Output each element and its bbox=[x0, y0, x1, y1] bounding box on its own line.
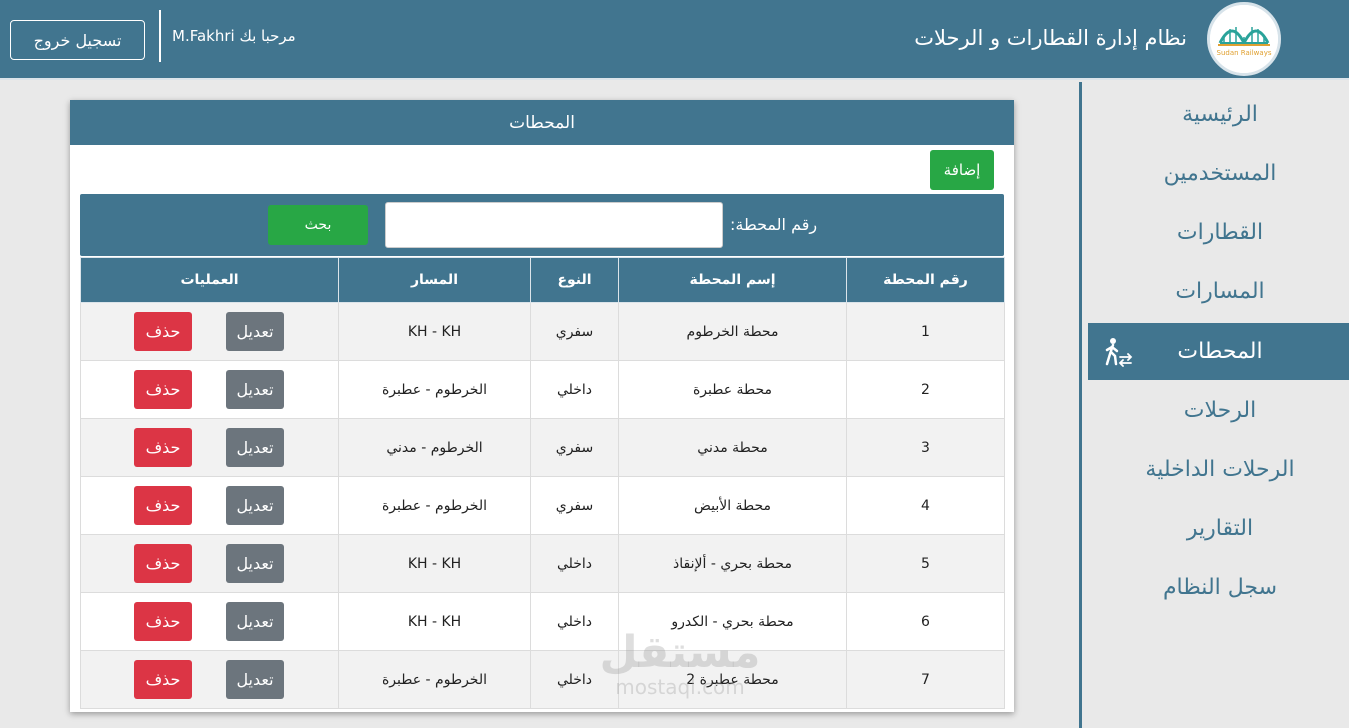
header-divider bbox=[159, 10, 161, 62]
sidebar-item-label: المحطات bbox=[1177, 339, 1263, 364]
search-button[interactable]: بحث bbox=[268, 205, 368, 245]
stations-table: رقم المحطة إسم المحطة النوع المسار العمل… bbox=[80, 257, 1005, 709]
cell-route: الخرطوم - مدني bbox=[338, 418, 531, 477]
cell-operations: تعديل حذف bbox=[80, 360, 339, 419]
cell-route: الخرطوم - عطبرة bbox=[338, 650, 531, 709]
cell-station-name: محطة عطبرة bbox=[618, 360, 847, 419]
cell-station-number: 6 bbox=[846, 592, 1005, 651]
table-row: 6 محطة بحري - الكدرو داخلي KH - KH تعديل… bbox=[80, 592, 1005, 651]
cell-type: سفري bbox=[530, 476, 619, 535]
cell-type: داخلي bbox=[530, 534, 619, 593]
edit-button[interactable]: تعديل bbox=[226, 486, 284, 525]
railway-bridge-icon: Sudan Railways bbox=[1210, 5, 1278, 73]
cell-operations: تعديل حذف bbox=[80, 592, 339, 651]
search-bar: رقم المحطة: بحث bbox=[80, 194, 1004, 256]
cell-route: الخرطوم - عطبرة bbox=[338, 476, 531, 535]
logout-button[interactable]: تسجيل خروج bbox=[10, 20, 145, 60]
table-header-row: رقم المحطة إسم المحطة النوع المسار العمل… bbox=[80, 257, 1005, 303]
delete-button[interactable]: حذف bbox=[134, 428, 192, 467]
column-header-station-number[interactable]: رقم المحطة bbox=[846, 257, 1005, 303]
cell-station-number: 2 bbox=[846, 360, 1005, 419]
cell-station-name: محطة الأبيض bbox=[618, 476, 847, 535]
column-header-station-name[interactable]: إسم المحطة bbox=[618, 257, 847, 303]
sidebar-item-users[interactable]: المستخدمين bbox=[1088, 145, 1349, 202]
search-label: رقم المحطة: bbox=[730, 215, 818, 234]
panel-title: المحطات bbox=[70, 100, 1014, 145]
sidebar-item-reports[interactable]: التقارير bbox=[1088, 500, 1349, 557]
sidebar: الرئيسية المستخدمين القطارات المسارات ال… bbox=[1079, 82, 1349, 728]
top-header: Sudan Railways نظام إدارة القطارات و الر… bbox=[0, 0, 1349, 80]
sidebar-item-system-log[interactable]: سجل النظام bbox=[1088, 559, 1349, 616]
sidebar-item-internal-trips[interactable]: الرحلات الداخلية bbox=[1088, 441, 1349, 498]
cell-type: داخلي bbox=[530, 360, 619, 419]
table-row: 3 محطة مدني سفري الخرطوم - مدني تعديل حذ… bbox=[80, 418, 1005, 477]
cell-station-name: محطة الخرطوم bbox=[618, 302, 847, 361]
delete-button[interactable]: حذف bbox=[134, 370, 192, 409]
delete-button[interactable]: حذف bbox=[134, 602, 192, 641]
edit-button[interactable]: تعديل bbox=[226, 428, 284, 467]
table-row: 5 محطة بحري - ألإنقاذ داخلي KH - KH تعدي… bbox=[80, 534, 1005, 593]
cell-station-number: 5 bbox=[846, 534, 1005, 593]
edit-button[interactable]: تعديل bbox=[226, 660, 284, 699]
table-row: 4 محطة الأبيض سفري الخرطوم - عطبرة تعديل… bbox=[80, 476, 1005, 535]
column-header-type[interactable]: النوع bbox=[530, 257, 619, 303]
sidebar-item-stations[interactable]: المحطات bbox=[1088, 323, 1349, 380]
add-station-button[interactable]: إضافة bbox=[930, 150, 994, 190]
column-header-route[interactable]: المسار bbox=[338, 257, 531, 303]
cell-operations: تعديل حذف bbox=[80, 650, 339, 709]
station-number-input[interactable] bbox=[385, 202, 723, 248]
cell-station-number: 3 bbox=[846, 418, 1005, 477]
cell-station-name: محطة بحري - الكدرو bbox=[618, 592, 847, 651]
edit-button[interactable]: تعديل bbox=[226, 370, 284, 409]
cell-station-name: محطة مدني bbox=[618, 418, 847, 477]
sidebar-item-trains[interactable]: القطارات bbox=[1088, 204, 1349, 261]
cell-type: سفري bbox=[530, 302, 619, 361]
welcome-text: مرحبا بك M.Fakhri bbox=[172, 27, 296, 45]
pedestrian-transfer-icon bbox=[1105, 338, 1133, 367]
table-row: 2 محطة عطبرة داخلي الخرطوم - عطبرة تعديل… bbox=[80, 360, 1005, 419]
cell-operations: تعديل حذف bbox=[80, 302, 339, 361]
cell-route: KH - KH bbox=[338, 592, 531, 651]
cell-station-number: 1 bbox=[846, 302, 1005, 361]
cell-type: داخلي bbox=[530, 650, 619, 709]
sidebar-item-routes[interactable]: المسارات bbox=[1088, 263, 1349, 320]
table-row: 7 محطة عطبرة 2 داخلي الخرطوم - عطبرة تعد… bbox=[80, 650, 1005, 709]
svg-text:Sudan Railways: Sudan Railways bbox=[1217, 49, 1272, 57]
cell-type: سفري bbox=[530, 418, 619, 477]
cell-route: KH - KH bbox=[338, 534, 531, 593]
cell-station-name: محطة بحري - ألإنقاذ bbox=[618, 534, 847, 593]
edit-button[interactable]: تعديل bbox=[226, 602, 284, 641]
cell-station-number: 4 bbox=[846, 476, 1005, 535]
edit-button[interactable]: تعديل bbox=[226, 544, 284, 583]
app-title: نظام إدارة القطارات و الرحلات bbox=[914, 26, 1187, 50]
cell-station-name: محطة عطبرة 2 bbox=[618, 650, 847, 709]
cell-route: KH - KH bbox=[338, 302, 531, 361]
cell-operations: تعديل حذف bbox=[80, 476, 339, 535]
cell-operations: تعديل حذف bbox=[80, 534, 339, 593]
cell-type: داخلي bbox=[530, 592, 619, 651]
sidebar-item-trips[interactable]: الرحلات bbox=[1088, 382, 1349, 439]
delete-button[interactable]: حذف bbox=[134, 312, 192, 351]
cell-operations: تعديل حذف bbox=[80, 418, 339, 477]
delete-button[interactable]: حذف bbox=[134, 486, 192, 525]
delete-button[interactable]: حذف bbox=[134, 660, 192, 699]
delete-button[interactable]: حذف bbox=[134, 544, 192, 583]
cell-station-number: 7 bbox=[846, 650, 1005, 709]
cell-route: الخرطوم - عطبرة bbox=[338, 360, 531, 419]
stations-panel: المحطات إضافة رقم المحطة: بحث رقم المحطة… bbox=[70, 100, 1014, 712]
sidebar-item-home[interactable]: الرئيسية bbox=[1088, 86, 1349, 143]
sudan-railways-logo[interactable]: Sudan Railways bbox=[1207, 2, 1281, 76]
table-row: 1 محطة الخرطوم سفري KH - KH تعديل حذف bbox=[80, 302, 1005, 361]
edit-button[interactable]: تعديل bbox=[226, 312, 284, 351]
column-header-operations: العمليات bbox=[80, 257, 339, 303]
